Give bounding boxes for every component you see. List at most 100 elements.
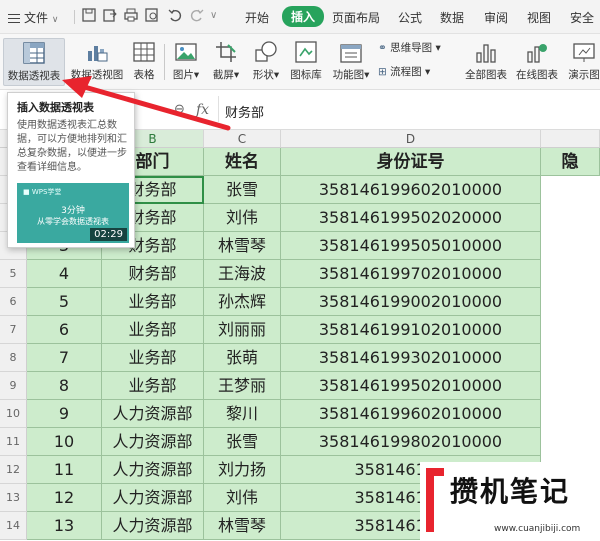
search-icon[interactable]: ⊖ bbox=[174, 102, 185, 117]
tab-data[interactable]: 数据 bbox=[440, 9, 464, 26]
table-cell[interactable]: 财务部 bbox=[102, 260, 204, 288]
table-cell[interactable]: 358146199802010000 bbox=[281, 428, 541, 456]
table-cell[interactable]: 358146199302010000 bbox=[281, 344, 541, 372]
pivot-chart-button[interactable]: 数据透视图 bbox=[68, 38, 126, 86]
function-chart-button[interactable]: 功能图▾ bbox=[329, 38, 373, 86]
table-cell[interactable]: 358146199502010000 bbox=[281, 372, 541, 400]
icon-library-button[interactable]: 图标库 bbox=[287, 38, 325, 86]
table-cell[interactable]: 358146199702010000 bbox=[281, 260, 541, 288]
formula-input[interactable]: 财务部 bbox=[225, 102, 264, 121]
column-header-E[interactable] bbox=[541, 130, 600, 148]
table-cell[interactable]: 刘丽丽 bbox=[204, 316, 281, 344]
table-cell[interactable]: 刘力扬 bbox=[204, 456, 281, 484]
table-cell[interactable]: 业务部 bbox=[102, 372, 204, 400]
tab-review[interactable]: 审阅 bbox=[484, 9, 508, 26]
mind-map-button[interactable]: ⚭ 思维导图 ▾ bbox=[378, 40, 441, 55]
flowchart-button[interactable]: ⊞ 流程图 ▾ bbox=[378, 64, 430, 79]
tutorial-video-thumbnail[interactable]: ■ WPS学堂 3分钟 从零学会数据透视表 02:29 bbox=[17, 183, 129, 243]
table-cell[interactable]: 张雪 bbox=[204, 428, 281, 456]
table-cell[interactable]: 林雪琴 bbox=[204, 232, 281, 260]
quick-access-dropdown-icon[interactable]: ∨ bbox=[210, 10, 217, 21]
online-charts-button[interactable]: 在线图表 bbox=[513, 38, 561, 86]
table-cell[interactable]: 孙杰辉 bbox=[204, 288, 281, 316]
table-cell[interactable]: 358146199505010000 bbox=[281, 232, 541, 260]
table-cell[interactable]: 王海波 bbox=[204, 260, 281, 288]
table-cell[interactable]: 10 bbox=[27, 428, 102, 456]
pivot-table-tooltip: 插入数据透视表 使用数据透视表汇总数据，可以方便地排列和汇总复杂数据，以便进一步… bbox=[7, 92, 135, 248]
save-icon[interactable] bbox=[82, 8, 96, 22]
table-cell[interactable]: 人力资源部 bbox=[102, 512, 204, 540]
header-cell[interactable]: 隐 bbox=[541, 148, 600, 176]
row-header[interactable]: 12 bbox=[0, 456, 27, 484]
row-header[interactable]: 13 bbox=[0, 484, 27, 512]
tab-security[interactable]: 安全 bbox=[570, 9, 594, 26]
table-cell[interactable]: 13 bbox=[27, 512, 102, 540]
table-cell[interactable]: 12 bbox=[27, 484, 102, 512]
table-cell[interactable]: 人力资源部 bbox=[102, 400, 204, 428]
table-cell[interactable]: 8 bbox=[27, 372, 102, 400]
row-header[interactable]: 6 bbox=[0, 288, 27, 316]
table-cell[interactable]: 人力资源部 bbox=[102, 428, 204, 456]
table-cell[interactable]: 业务部 bbox=[102, 344, 204, 372]
pivot-chart-icon bbox=[88, 46, 108, 62]
table-cell[interactable]: 刘伟 bbox=[204, 484, 281, 512]
column-header-C[interactable]: C bbox=[204, 130, 281, 148]
fx-icon[interactable]: fx bbox=[196, 102, 209, 118]
table-cell[interactable]: 358146199502020000 bbox=[281, 204, 541, 232]
table-cell[interactable]: 张萌 bbox=[204, 344, 281, 372]
print-icon[interactable] bbox=[124, 8, 138, 22]
table-cell[interactable]: 业务部 bbox=[102, 316, 204, 344]
row-header[interactable]: 14 bbox=[0, 512, 27, 540]
tab-view[interactable]: 视图 bbox=[527, 9, 551, 26]
pivot-table-button[interactable]: 数据透视表 bbox=[3, 38, 65, 86]
row-header[interactable]: 10 bbox=[0, 400, 27, 428]
table-row: 4 财务部 王海波 358146199702010000 bbox=[27, 260, 600, 288]
row-header[interactable]: 8 bbox=[0, 344, 27, 372]
print-preview-icon[interactable] bbox=[145, 8, 159, 22]
table-cell[interactable]: 4 bbox=[27, 260, 102, 288]
watermark: 攒机笔记 www.cuanjibiji.com bbox=[420, 462, 600, 541]
header-cell[interactable]: 身份证号 bbox=[281, 148, 541, 176]
row-header[interactable]: 9 bbox=[0, 372, 27, 400]
table-cell[interactable]: 358146199102010000 bbox=[281, 316, 541, 344]
table-cell[interactable]: 358146199602010000 bbox=[281, 176, 541, 204]
table-cell[interactable]: 林雪琴 bbox=[204, 512, 281, 540]
table-cell[interactable]: 张雪 bbox=[204, 176, 281, 204]
table-cell[interactable]: 7 bbox=[27, 344, 102, 372]
table-button[interactable]: 表格 bbox=[129, 38, 159, 86]
table-cell[interactable]: 黎川 bbox=[204, 400, 281, 428]
table-cell[interactable]: 9 bbox=[27, 400, 102, 428]
row-header[interactable]: 5 bbox=[0, 260, 27, 288]
row-header[interactable]: 7 bbox=[0, 316, 27, 344]
screenshot-icon bbox=[216, 42, 236, 62]
table-cell[interactable]: 358146199602010000 bbox=[281, 400, 541, 428]
table-cell[interactable]: 业务部 bbox=[102, 288, 204, 316]
title-bar: 文件 ∨ ∨ 开始 插入 页面布局 公式 数据 审阅 视图 安全 bbox=[0, 0, 600, 34]
row-header[interactable]: 11 bbox=[0, 428, 27, 456]
table-cell[interactable]: 刘伟 bbox=[204, 204, 281, 232]
all-charts-button[interactable]: 全部图表 bbox=[462, 38, 510, 86]
export-pdf-icon[interactable] bbox=[103, 8, 117, 22]
tab-page-layout[interactable]: 页面布局 bbox=[332, 9, 380, 26]
demo-button[interactable]: 演示图 bbox=[564, 38, 600, 86]
table-cell[interactable]: 5 bbox=[27, 288, 102, 316]
table-cell[interactable]: 王梦丽 bbox=[204, 372, 281, 400]
shape-button[interactable]: 形状▾ bbox=[248, 38, 284, 86]
table-cell[interactable]: 人力资源部 bbox=[102, 456, 204, 484]
table-cell[interactable]: 11 bbox=[27, 456, 102, 484]
tab-formulas[interactable]: 公式 bbox=[398, 9, 422, 26]
watermark-text: 攒机笔记 bbox=[450, 475, 571, 508]
redo-icon[interactable] bbox=[190, 8, 204, 22]
header-cell[interactable]: 姓名 bbox=[204, 148, 281, 176]
tab-home[interactable]: 开始 bbox=[245, 9, 269, 26]
file-menu-button[interactable]: 文件 ∨ bbox=[8, 9, 58, 26]
picture-button[interactable]: 图片▾ bbox=[170, 38, 202, 86]
tab-insert[interactable]: 插入 bbox=[282, 6, 325, 27]
screenshot-button[interactable]: 截屏▾ bbox=[206, 38, 246, 86]
table-cell[interactable]: 358146199002010000 bbox=[281, 288, 541, 316]
table-cell[interactable]: 6 bbox=[27, 316, 102, 344]
mind-map-icon: ⚭ bbox=[378, 42, 387, 54]
column-header-D[interactable]: D bbox=[281, 130, 541, 148]
table-cell[interactable]: 人力资源部 bbox=[102, 484, 204, 512]
undo-icon[interactable] bbox=[168, 8, 182, 22]
